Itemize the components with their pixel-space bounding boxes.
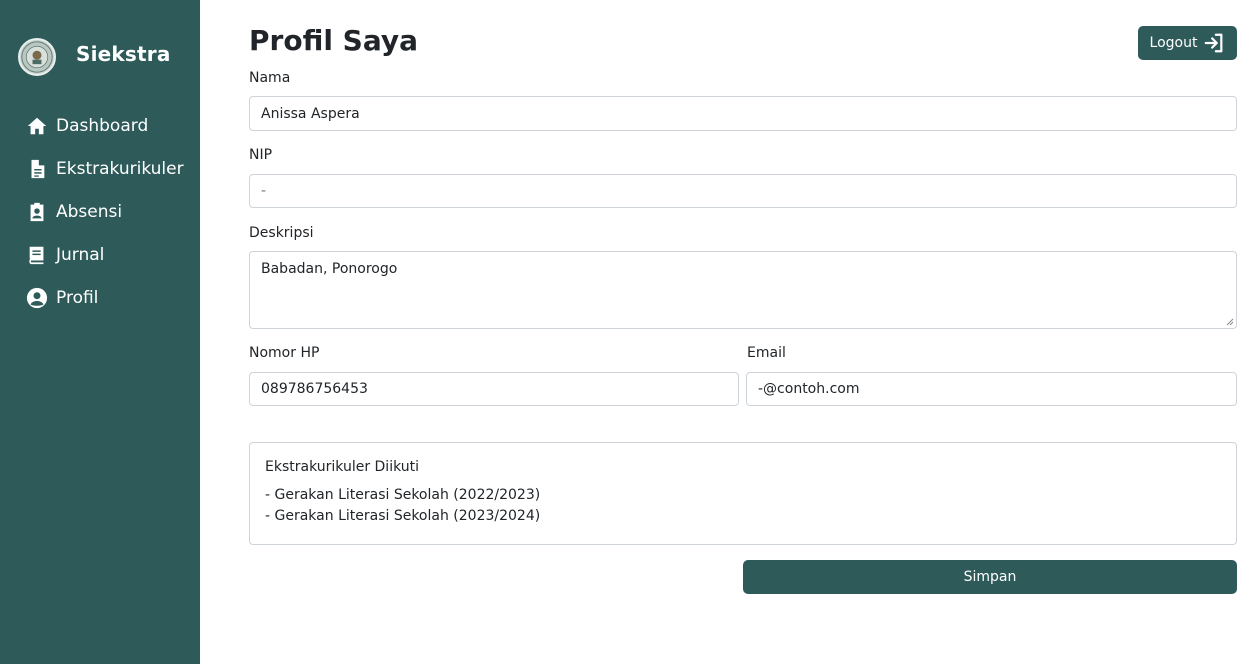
- email-field[interactable]: -@contoh.com: [746, 372, 1237, 406]
- sidebar-item-label: Jurnal: [56, 244, 105, 265]
- logout-label: Logout: [1149, 35, 1198, 51]
- deskripsi-label: Deskripsi: [249, 225, 314, 241]
- sidebar-item-ekstrakurikuler[interactable]: Ekstrakurikuler: [24, 147, 200, 190]
- sidebar-nav: Dashboard Ekstrakurikuler Absensi Jurnal…: [24, 104, 200, 319]
- save-label: Simpan: [963, 569, 1017, 585]
- nip-label: NIP: [249, 147, 273, 163]
- nama-label: Nama: [249, 70, 291, 86]
- sidebar-item-label: Ekstrakurikuler: [56, 158, 184, 179]
- brand[interactable]: Siekstra: [18, 38, 170, 76]
- nomor-hp-value: 089786756453: [261, 381, 368, 397]
- sidebar: Siekstra Dashboard Ekstrakurikuler Absen…: [0, 0, 200, 664]
- email-value: -@contoh.com: [758, 381, 860, 397]
- nomor-hp-field[interactable]: 089786756453: [249, 372, 739, 406]
- list-item: - Gerakan Literasi Sekolah (2023/2024): [265, 508, 541, 524]
- page-title: Profil Saya: [249, 24, 419, 57]
- resize-grip-icon[interactable]: [1226, 318, 1234, 326]
- nama-value: Anissa Aspera: [261, 105, 360, 122]
- nip-value: -: [261, 183, 267, 199]
- deskripsi-textarea[interactable]: Babadan, Ponorogo: [249, 251, 1237, 329]
- brand-name: Siekstra: [76, 42, 171, 66]
- sidebar-item-dashboard[interactable]: Dashboard: [24, 104, 200, 147]
- save-button[interactable]: Simpan: [743, 560, 1237, 594]
- sign-in-arrow-icon: [1205, 33, 1223, 53]
- nama-field[interactable]: Anissa Aspera: [249, 96, 1237, 131]
- nip-field[interactable]: -: [249, 174, 1237, 208]
- list-item: - Gerakan Literasi Sekolah (2022/2023): [265, 487, 541, 503]
- school-seal-logo: [18, 38, 56, 76]
- home-icon: [24, 113, 50, 139]
- id-badge-icon: [24, 199, 50, 225]
- ekstrakurikuler-card: Ekstrakurikuler Diikuti - Gerakan Litera…: [249, 442, 1237, 545]
- email-label: Email: [747, 345, 786, 361]
- document-icon: [24, 156, 50, 182]
- logout-button[interactable]: Logout: [1138, 26, 1237, 60]
- sidebar-item-profil[interactable]: Profil: [24, 276, 200, 319]
- journal-icon: [24, 242, 50, 268]
- sidebar-item-label: Absensi: [56, 201, 123, 222]
- ekstrakurikuler-title: Ekstrakurikuler Diikuti: [265, 459, 420, 475]
- user-circle-icon: [24, 285, 50, 311]
- sidebar-item-absensi[interactable]: Absensi: [24, 190, 200, 233]
- sidebar-item-label: Dashboard: [56, 115, 149, 136]
- sidebar-item-jurnal[interactable]: Jurnal: [24, 233, 200, 276]
- deskripsi-value: Babadan, Ponorogo: [261, 261, 398, 277]
- nomor-hp-label: Nomor HP: [249, 345, 320, 361]
- sidebar-item-label: Profil: [56, 287, 99, 308]
